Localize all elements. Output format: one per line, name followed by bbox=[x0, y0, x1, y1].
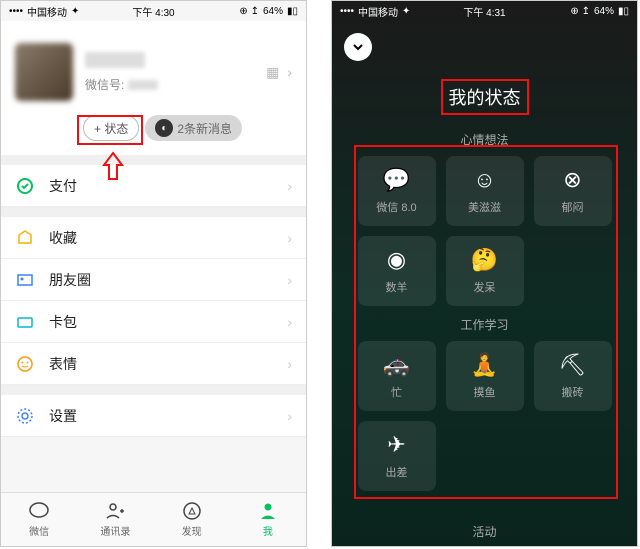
status-option-icon: ☺ bbox=[473, 167, 495, 193]
profile-section: 微信号: ▦ › + 状态 ◐2条新消息 bbox=[1, 21, 306, 155]
row-label: 卡包 bbox=[49, 312, 287, 332]
status-option-label: 摸鱼 bbox=[474, 384, 496, 400]
status-option-icon: 🚓 bbox=[383, 352, 410, 378]
tab-label: 通讯录 bbox=[100, 523, 130, 538]
qr-icon[interactable]: ▦ bbox=[266, 64, 279, 81]
status-option-icon: 💬 bbox=[383, 167, 410, 193]
tab-contacts[interactable]: 通讯录 bbox=[77, 493, 153, 546]
chevron-right-icon: › bbox=[287, 408, 292, 424]
row-stickers[interactable]: 表情 › bbox=[1, 343, 306, 385]
status-option-label: 出差 bbox=[386, 464, 408, 480]
status-option-icon: ✈ bbox=[387, 432, 405, 458]
row-cards[interactable]: 卡包 › bbox=[1, 301, 306, 343]
cards-icon bbox=[15, 312, 35, 332]
discover-icon bbox=[181, 501, 203, 521]
status-right-cluster: ⊕ ↥64%▮▯ bbox=[570, 6, 629, 17]
status-option[interactable]: 🤔 发呆 bbox=[446, 236, 524, 306]
status-grid-mood: 💬 微信 8.0 ☺ 美滋滋 ⊗ 郁闷 ◉ 数羊 🤔 发呆 bbox=[332, 156, 637, 306]
chevron-right-icon: › bbox=[287, 272, 292, 288]
tab-label: 我 bbox=[263, 523, 273, 538]
status-option[interactable]: 💬 微信 8.0 bbox=[358, 156, 436, 226]
tab-discover[interactable]: 发现 bbox=[154, 493, 230, 546]
status-option[interactable]: ✈ 出差 bbox=[358, 421, 436, 491]
row-label: 支付 bbox=[49, 176, 287, 196]
row-favorites[interactable]: 收藏 › bbox=[1, 217, 306, 259]
tab-me[interactable]: 我 bbox=[230, 493, 306, 546]
row-settings[interactable]: 设置 › bbox=[1, 395, 306, 437]
status-option-label: 忙 bbox=[391, 384, 402, 400]
moments-icon bbox=[15, 270, 35, 290]
status-bar: ••••中国移动✦ 下午 4:31 ⊕ ↥64%▮▯ bbox=[332, 1, 637, 21]
phone-right: ••••中国移动✦ 下午 4:31 ⊕ ↥64%▮▯ 我的状态 心情想法 💬 微信… bbox=[331, 0, 638, 547]
tab-label: 微信 bbox=[29, 523, 49, 538]
chevron-right-icon: › bbox=[287, 356, 292, 372]
status-option[interactable]: 🧘 摸鱼 bbox=[446, 341, 524, 411]
status-option-icon: 🤔 bbox=[471, 247, 498, 273]
status-option-label: 搬砖 bbox=[562, 384, 584, 400]
row-label: 设置 bbox=[49, 406, 287, 426]
status-option[interactable]: ⛏ 搬砖 bbox=[534, 341, 612, 411]
chevron-right-icon: › bbox=[287, 178, 292, 194]
chevron-right-icon: › bbox=[287, 230, 292, 246]
row-label: 表情 bbox=[49, 354, 287, 374]
status-bar: ••••中国移动✦ 下午 4:30 ⊕ ↥64%▮▯ bbox=[1, 1, 306, 21]
stickers-icon bbox=[15, 354, 35, 374]
status-grid-work: 🚓忙🧘摸鱼⛏搬砖✈出差 bbox=[332, 341, 637, 491]
avatar[interactable] bbox=[15, 43, 73, 101]
row-pay[interactable]: 支付 › bbox=[1, 165, 306, 207]
status-option-label: 微信 8.0 bbox=[376, 199, 416, 215]
tab-label: 发现 bbox=[182, 523, 202, 538]
me-icon bbox=[257, 501, 279, 521]
chevron-right-icon: › bbox=[287, 314, 292, 330]
group-mood-label: 心情想法 bbox=[332, 131, 637, 148]
status-option-icon: ⛏ bbox=[559, 352, 587, 378]
chevron-down-icon bbox=[352, 41, 364, 53]
favorites-icon bbox=[15, 228, 35, 248]
status-option[interactable]: ☺ 美滋滋 bbox=[446, 156, 524, 226]
close-button[interactable] bbox=[344, 33, 372, 61]
status-option[interactable]: 🚓忙 bbox=[358, 341, 436, 411]
chevron-right-icon[interactable]: › bbox=[287, 64, 292, 80]
contacts-icon bbox=[104, 501, 126, 521]
status-option[interactable]: ⊗ 郁闷 bbox=[534, 156, 612, 226]
annotation-arrow-icon bbox=[102, 151, 124, 181]
annotation-highlight-status-btn bbox=[77, 115, 143, 145]
status-option-label: 郁闷 bbox=[562, 199, 584, 215]
status-option-icon: 🧘 bbox=[471, 352, 498, 378]
settings-icon bbox=[15, 406, 35, 426]
group-work-label: 工作学习 bbox=[332, 316, 637, 333]
tab-bar: 微信 通讯录 发现 我 bbox=[1, 492, 306, 546]
status-right-cluster: ⊕ ↥64%▮▯ bbox=[239, 6, 298, 17]
status-carrier: ••••中国移动✦ bbox=[9, 4, 79, 19]
row-label: 收藏 bbox=[49, 228, 287, 248]
phone-left: ••••中国移动✦ 下午 4:30 ⊕ ↥64%▮▯ 微信号: ▦ › + 状态… bbox=[0, 0, 307, 547]
row-moments[interactable]: 朋友圈 › bbox=[1, 259, 306, 301]
status-option-icon: ◉ bbox=[387, 247, 406, 273]
chat-icon bbox=[28, 501, 50, 521]
status-option[interactable]: ◉ 数羊 bbox=[358, 236, 436, 306]
row-label: 朋友圈 bbox=[49, 270, 287, 290]
profile-name bbox=[85, 52, 145, 68]
tab-wechat[interactable]: 微信 bbox=[1, 493, 77, 546]
status-option-label: 发呆 bbox=[474, 279, 496, 295]
new-message-pill[interactable]: ◐2条新消息 bbox=[145, 115, 242, 141]
pay-icon bbox=[15, 176, 35, 196]
my-status-title: 我的状态 bbox=[332, 79, 637, 115]
status-option-icon: ⊗ bbox=[563, 167, 581, 193]
status-option-label: 数羊 bbox=[386, 279, 408, 295]
status-carrier: ••••中国移动✦ bbox=[340, 4, 410, 19]
group-activity-label: 活动 bbox=[332, 523, 637, 540]
status-option-label: 美滋滋 bbox=[468, 199, 501, 215]
wxid: 微信号: bbox=[85, 76, 266, 93]
